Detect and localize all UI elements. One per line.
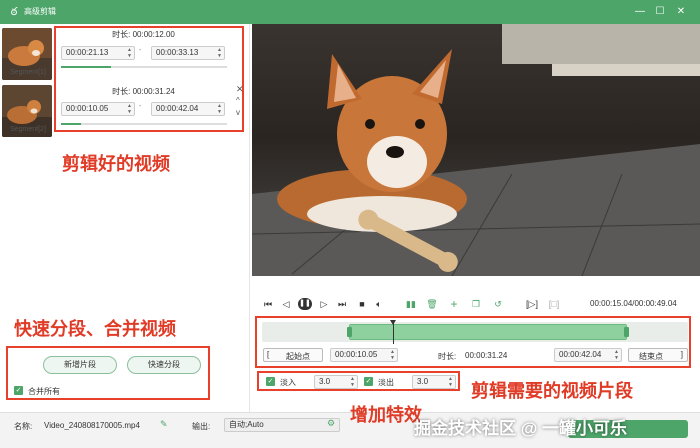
- copy-icon[interactable]: ❐: [470, 298, 482, 310]
- name-label: 名称:: [14, 422, 33, 431]
- skip-to-end-icon[interactable]: ⏭: [336, 298, 348, 310]
- annotation-segment-needed: 剪辑需要的视频片段: [471, 381, 633, 401]
- mark-in-icon[interactable]: [▷]: [524, 298, 540, 310]
- annotation-edited-videos: 剪辑好的视频: [62, 154, 170, 174]
- output-folder-field[interactable]: 自动;Auto: [224, 418, 340, 432]
- output-filename: Video_240808170005.mp4: [44, 421, 140, 430]
- volume-icon[interactable]: 🔈︎: [373, 298, 385, 310]
- watermark-text: 掘金技术社区 @ 一罐小可乐: [414, 419, 628, 438]
- edit-name-icon[interactable]: ✎: [160, 419, 168, 430]
- stop-icon[interactable]: ■: [356, 298, 368, 310]
- minimize-icon[interactable]: —: [632, 4, 648, 20]
- annotation-box-segments: [54, 26, 244, 132]
- delete-icon[interactable]: 🗑︎: [426, 298, 438, 310]
- segment-label: Segment[2]: [10, 126, 46, 133]
- annotation-add-effects: 增加特效: [350, 405, 422, 425]
- next-frame-icon[interactable]: ▷: [318, 298, 330, 310]
- annotation-quick-split-merge: 快速分段、合并视频: [14, 319, 176, 339]
- annotation-box-clip-range: [255, 316, 691, 368]
- pause-icon[interactable]: ❚❚: [298, 298, 312, 310]
- settings-gear-icon[interactable]: ⚙: [327, 418, 335, 429]
- window-title: 高级剪辑: [24, 7, 56, 16]
- reset-icon[interactable]: ↺: [492, 298, 504, 310]
- split-clip-icon[interactable]: ▮▮: [404, 298, 418, 310]
- mark-out-icon[interactable]: [□]: [546, 298, 562, 310]
- annotation-box-effects: [257, 371, 460, 391]
- maximize-icon[interactable]: ☐: [652, 4, 668, 20]
- add-icon[interactable]: +: [448, 298, 460, 310]
- output-label: 输出:: [192, 422, 211, 431]
- previous-frame-icon[interactable]: ◁: [280, 298, 292, 310]
- skip-to-start-icon[interactable]: ⏮: [262, 298, 274, 310]
- title-bar: ఠ 高级剪辑 — ☐ ✕: [0, 0, 700, 24]
- annotation-box-split-merge: [6, 346, 210, 400]
- app-logo-icon: ఠ: [10, 6, 18, 18]
- segment-label: Segment[1]: [10, 69, 46, 76]
- playback-time: 00:00:15.04/00:00:49.04: [590, 299, 677, 308]
- close-icon[interactable]: ✕: [673, 4, 689, 20]
- video-preview[interactable]: [252, 24, 700, 276]
